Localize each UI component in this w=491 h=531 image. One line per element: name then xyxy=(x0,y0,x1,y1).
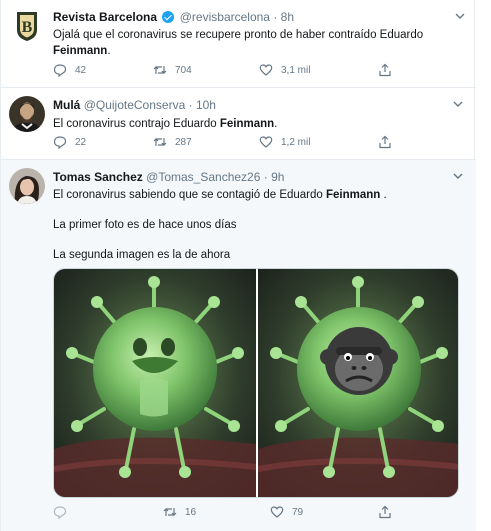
reply-count: 42 xyxy=(75,64,87,76)
tweet-text-part: Ojalá que el coronavirus se recupere pro… xyxy=(53,29,424,41)
like-button[interactable]: 79 xyxy=(270,505,303,519)
like-count: 1,2 mil xyxy=(281,136,311,148)
user-handle[interactable]: @revisbarcelona xyxy=(180,10,270,24)
reply-icon xyxy=(53,64,67,77)
retweet-count: 287 xyxy=(175,136,192,148)
avatar[interactable] xyxy=(9,168,45,204)
share-button[interactable] xyxy=(378,505,392,519)
reply-button[interactable]: 22 xyxy=(53,135,86,149)
reply-button[interactable] xyxy=(53,505,75,519)
display-name[interactable]: Tomas Sanchez xyxy=(53,170,143,184)
tweet-actions: 42 704 3,1 mil xyxy=(53,63,466,81)
tweet-actions: 22 287 1,2 mil xyxy=(53,135,464,153)
retweet-count: 16 xyxy=(185,506,197,518)
retweet-button[interactable]: 704 xyxy=(153,63,192,77)
tweet-media[interactable] xyxy=(53,268,459,498)
tweet-text-part: . xyxy=(274,118,278,130)
timeline: B Revista Barcelona @revisbarcelona · 8h… xyxy=(0,0,476,531)
share-icon xyxy=(379,63,391,77)
separator-dot: · xyxy=(273,10,278,24)
heart-icon xyxy=(259,136,273,148)
share-button[interactable] xyxy=(378,63,392,77)
retweet-button[interactable]: 287 xyxy=(153,135,192,149)
share-icon xyxy=(379,135,391,149)
share-button[interactable] xyxy=(378,135,392,149)
media-image-virus-frog[interactable] xyxy=(54,269,257,497)
heart-icon xyxy=(270,506,284,518)
avatar[interactable] xyxy=(9,96,45,132)
tweet-body: Tomas Sanchez @Tomas_Sanchez26 · 9h El c… xyxy=(53,169,464,263)
tweet-text: El coronavirus sabiendo que se contagió … xyxy=(53,187,464,203)
tweet-actions: 16 79 xyxy=(53,505,464,523)
reply-count: 22 xyxy=(75,136,87,148)
timestamp[interactable]: 8h xyxy=(281,10,294,24)
display-name[interactable]: Revista Barcelona xyxy=(53,10,157,24)
display-name[interactable]: Mulá xyxy=(53,98,80,112)
tweet-header: Tomas Sanchez @Tomas_Sanchez26 · 9h xyxy=(53,169,464,185)
retweet-icon xyxy=(153,138,167,146)
heart-icon xyxy=(259,64,273,76)
tweet-text-bold: Feinmann xyxy=(219,118,275,130)
like-count: 79 xyxy=(292,506,304,518)
share-icon xyxy=(379,505,391,519)
separator-dot: · xyxy=(263,170,268,184)
tweet-text-line: La segunda imagen es la de ahora xyxy=(53,249,231,261)
retweet-button[interactable]: 16 xyxy=(163,505,196,519)
verified-badge-icon xyxy=(162,11,175,23)
retweet-icon xyxy=(153,66,167,74)
tweet-header: Mulá @QuijoteConserva · 10h xyxy=(53,97,464,113)
tweet-text-part: El coronavirus sabiendo que se contagió … xyxy=(53,189,326,201)
timestamp[interactable]: 10h xyxy=(196,98,216,112)
svg-text:B: B xyxy=(22,19,33,36)
like-button[interactable]: 3,1 mil xyxy=(259,63,310,77)
tweet-text-bold: Feinmann xyxy=(53,45,108,57)
tweet[interactable]: B Revista Barcelona @revisbarcelona · 8h… xyxy=(1,0,476,88)
tweet-body: Mulá @QuijoteConserva · 10h El coronavir… xyxy=(53,97,464,132)
tweet-header: Revista Barcelona @revisbarcelona · 8h xyxy=(53,9,466,25)
like-count: 3,1 mil xyxy=(281,64,311,76)
tweet-text: Ojalá que el coronavirus se recupere pro… xyxy=(53,27,466,59)
separator-dot: · xyxy=(188,98,193,112)
timestamp[interactable]: 9h xyxy=(271,170,284,184)
reply-icon xyxy=(53,506,67,519)
tweet-text-bold: Feinmann xyxy=(326,189,381,201)
media-image-virus-gorilla[interactable] xyxy=(257,269,458,497)
tweet-text-part: El coronavirus contrajo Eduardo xyxy=(53,118,220,130)
like-button[interactable]: 1,2 mil xyxy=(259,135,310,149)
reply-icon xyxy=(53,136,67,149)
user-handle[interactable]: @Tomas_Sanchez26 xyxy=(146,170,260,184)
user-handle[interactable]: @QuijoteConserva xyxy=(84,98,186,112)
tweet-text-part: . xyxy=(107,45,111,57)
tweet-text-line: La primer foto es de hace unos días xyxy=(53,219,237,231)
reply-button[interactable]: 42 xyxy=(53,63,86,77)
tweet-text: El coronavirus contrajo Eduardo Feinmann… xyxy=(53,116,464,132)
avatar[interactable]: B xyxy=(9,8,45,44)
tweet-text-part: . xyxy=(380,189,387,201)
retweet-count: 704 xyxy=(175,64,192,76)
retweet-icon xyxy=(163,508,177,516)
